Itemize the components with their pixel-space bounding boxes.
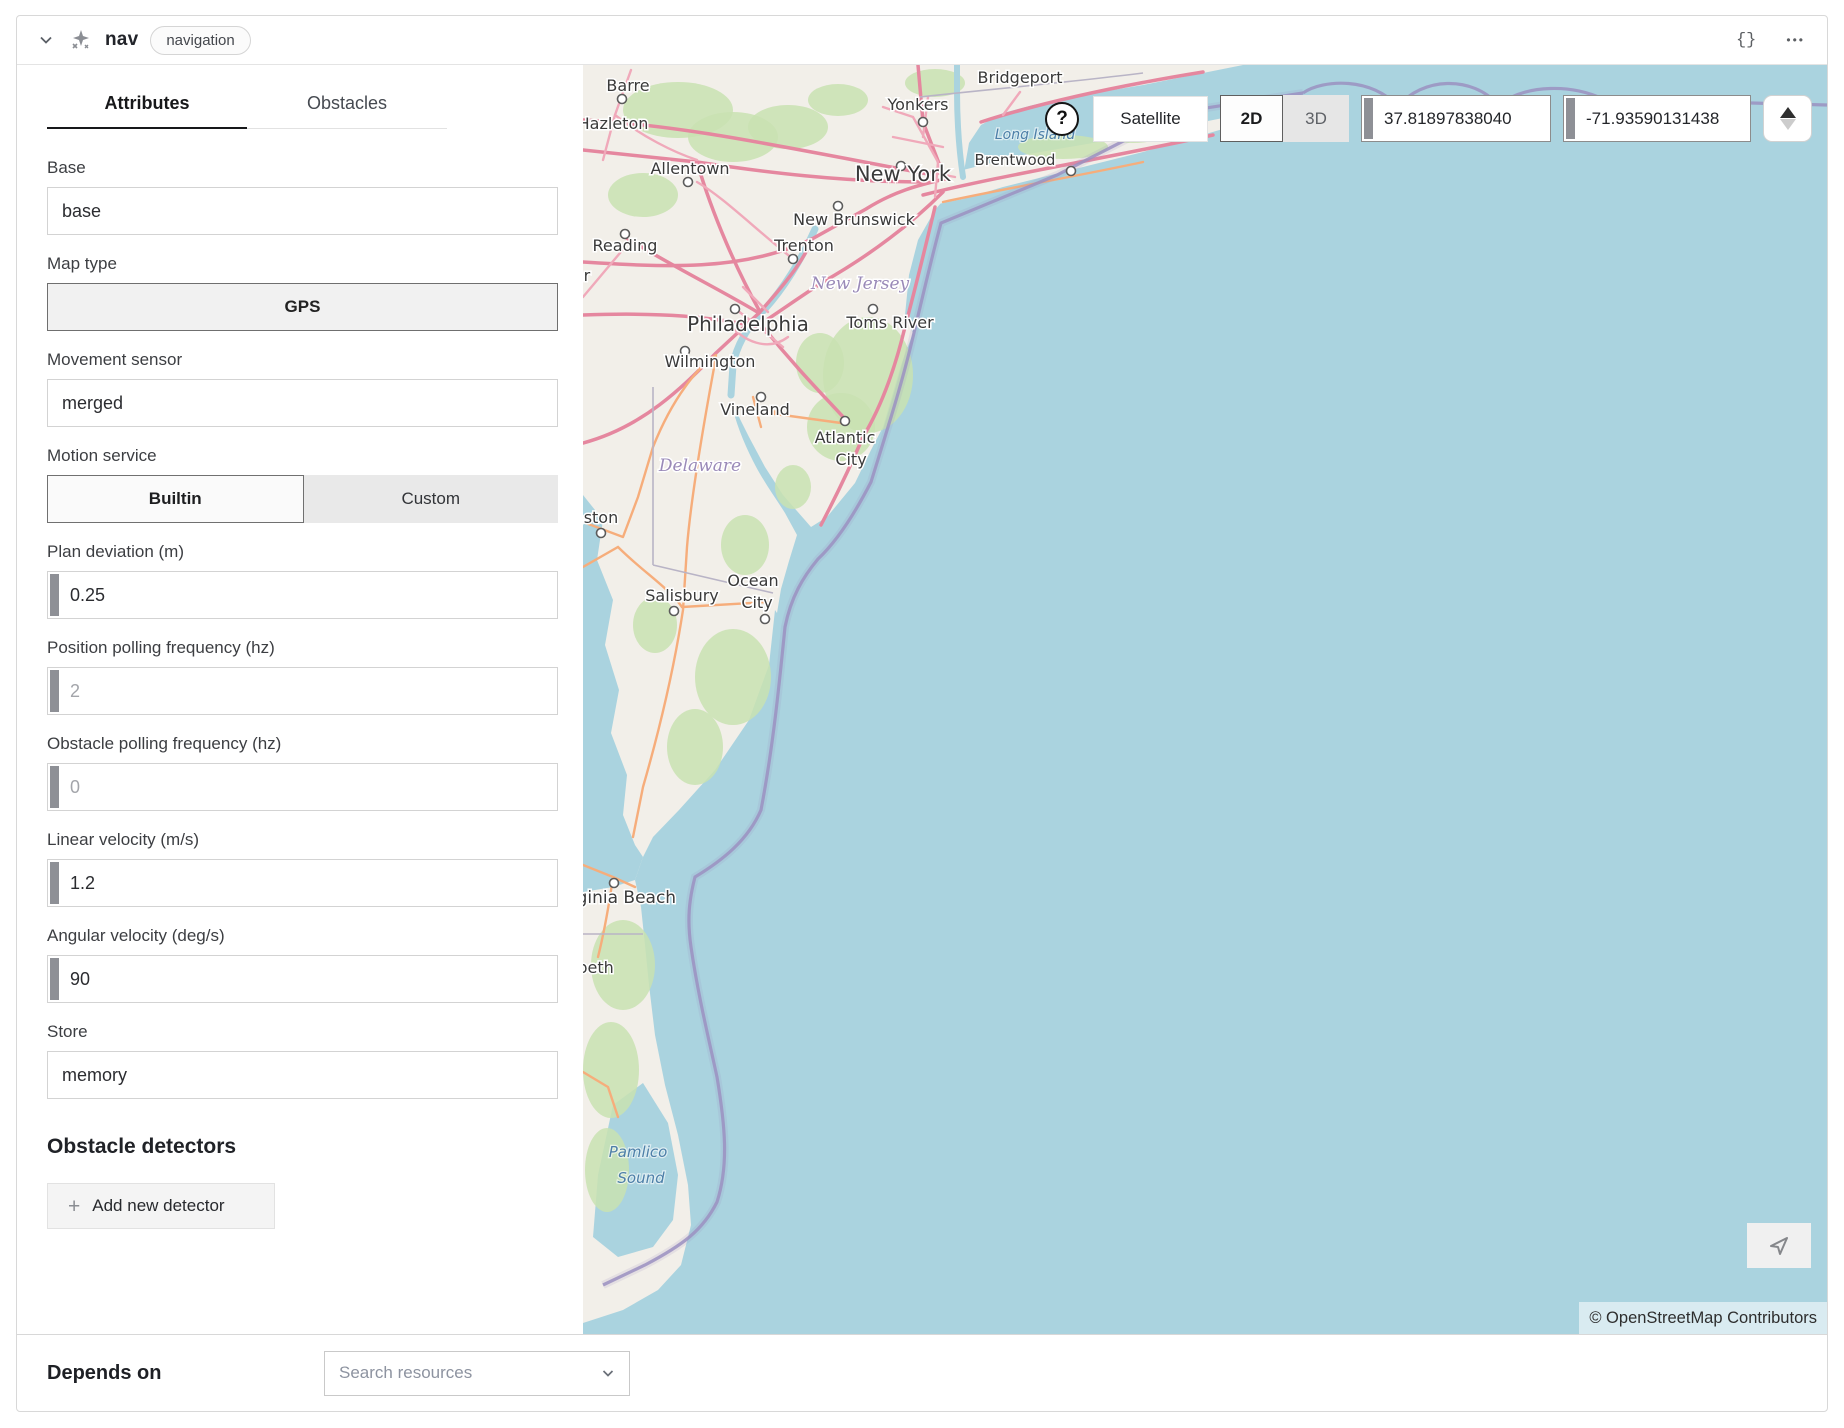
tab-attributes[interactable]: Attributes [47,93,247,129]
more-menu-icon[interactable]: ••• [1786,33,1805,47]
map-type-gps-button[interactable]: GPS [47,283,558,331]
angular-velocity-input[interactable]: 90 [47,955,558,1003]
angular-velocity-label: Angular velocity (deg/s) [47,926,558,946]
mode-3d-button[interactable]: 3D [1283,95,1349,142]
svg-text:Sound: Sound [617,1169,665,1187]
map-attribution: © OpenStreetMap Contributors [1579,1302,1827,1334]
linear-velocity-input[interactable]: 1.2 [47,859,558,907]
card-body: Attributes Obstacles Base base Map type … [17,65,1827,1334]
obstacle-polling-input[interactable]: 0 [47,763,558,811]
svg-text:Allentown: Allentown [650,159,729,178]
coordinate-stepper[interactable] [1763,95,1812,142]
map-type-label: Map type [47,254,558,274]
svg-text:Atlantic: Atlantic [815,428,876,447]
longitude-input[interactable]: -71.93590131438 [1563,95,1751,142]
depends-on-section: Depends on Search resources [17,1334,1827,1411]
map-mode-toggle: 2D 3D [1220,95,1349,142]
svg-text:Virginia Beach: Virginia Beach [583,888,676,908]
number-handle [1364,98,1373,139]
svg-text:New York: New York [855,162,952,186]
svg-text:Trenton: Trenton [773,236,834,255]
collapse-chevron-icon[interactable] [39,33,53,47]
svg-text:Hazleton: Hazleton [583,114,648,133]
svg-text:Toms River: Toms River [845,313,934,332]
navigate-arrow-icon [1767,1234,1791,1258]
latitude-input[interactable]: 37.81897838040 [1361,95,1551,142]
page: nav navigation {} ••• Attributes Obstacl… [0,0,1844,1428]
number-handle [50,862,59,904]
linear-velocity-label: Linear velocity (m/s) [47,830,558,850]
tab-obstacles[interactable]: Obstacles [247,93,447,129]
service-name: nav [105,29,138,51]
svg-text:City: City [835,450,866,469]
svg-text:New Brunswick: New Brunswick [793,210,915,229]
map-canvas[interactable]: Barre Hazleton Allentown Reading Lancaster Ph… [583,65,1827,1334]
plan-deviation-label: Plan deviation (m) [47,542,558,562]
svg-text:Lancaster: Lancaster [583,266,591,285]
step-down-icon [1780,119,1796,130]
svg-text:Delaware: Delaware [658,456,741,476]
card-header: nav navigation {} ••• [17,16,1827,65]
svg-text:City: City [741,593,772,612]
motion-service-toggle: Builtin Custom [47,475,558,523]
svg-text:Vineland: Vineland [720,400,790,419]
code-json-icon[interactable]: {} [1736,31,1756,50]
movement-sensor-input[interactable]: merged [47,379,558,427]
mode-2d-button[interactable]: 2D [1220,95,1283,142]
map-controls: ? Satellite 2D 3D 37.81897838040 -71.935… [1045,95,1812,142]
base-input[interactable]: base [47,187,558,235]
number-handle [50,766,59,808]
svg-text:Bridgeport: Bridgeport [978,68,1063,87]
locate-button[interactable] [1747,1223,1811,1268]
svg-text:Easton: Easton [583,508,618,527]
store-label: Store [47,1022,558,1042]
obstacle-polling-label: Obstacle polling frequency (hz) [47,734,558,754]
store-input[interactable]: memory [47,1051,558,1099]
navigation-service-icon [69,28,93,52]
position-polling-label: Position polling frequency (hz) [47,638,558,658]
svg-text:Brentwood: Brentwood [975,151,1056,169]
number-handle [50,574,59,616]
nav-service-card: nav navigation {} ••• Attributes Obstacl… [16,15,1828,1412]
svg-text:Yonkers: Yonkers [886,95,948,114]
motion-service-custom-option[interactable]: Custom [304,475,559,523]
plus-icon: + [68,1196,80,1217]
satellite-toggle-button[interactable]: Satellite [1093,96,1208,142]
number-handle [50,958,59,1000]
svg-text:Pamlico: Pamlico [609,1143,668,1161]
depends-on-title: Depends on [47,1362,324,1385]
plan-deviation-input[interactable]: 0.25 [47,571,558,619]
chevron-down-icon [601,1366,615,1380]
search-resources-placeholder: Search resources [339,1363,472,1383]
motion-service-label: Motion service [47,446,558,466]
service-type-badge: navigation [150,26,250,55]
map-view[interactable]: Barre Hazleton Allentown Reading Lancaster Ph… [583,65,1827,1334]
add-detector-button[interactable]: + Add new detector [47,1183,275,1229]
tab-bar: Attributes Obstacles [47,93,447,129]
search-resources-select[interactable]: Search resources [324,1351,630,1396]
svg-text:Philadelphia: Philadelphia [687,312,809,336]
svg-text:Elizabeth: Elizabeth [583,958,614,977]
base-label: Base [47,158,558,178]
svg-text:Ocean: Ocean [727,571,778,590]
step-up-icon [1780,107,1796,118]
svg-text:New Jersey: New Jersey [810,274,910,294]
svg-text:Salisbury: Salisbury [645,586,719,605]
number-handle [50,670,59,712]
help-icon[interactable]: ? [1045,102,1079,136]
svg-text:Reading: Reading [593,236,658,255]
motion-service-builtin-option[interactable]: Builtin [47,475,304,523]
movement-sensor-label: Movement sensor [47,350,558,370]
svg-text:Wilmington: Wilmington [665,352,756,371]
config-panel: Attributes Obstacles Base base Map type … [17,65,583,1334]
position-polling-input[interactable]: 2 [47,667,558,715]
obstacle-detectors-title: Obstacle detectors [47,1135,558,1159]
svg-text:Barre: Barre [606,76,649,95]
number-handle [1566,98,1575,139]
